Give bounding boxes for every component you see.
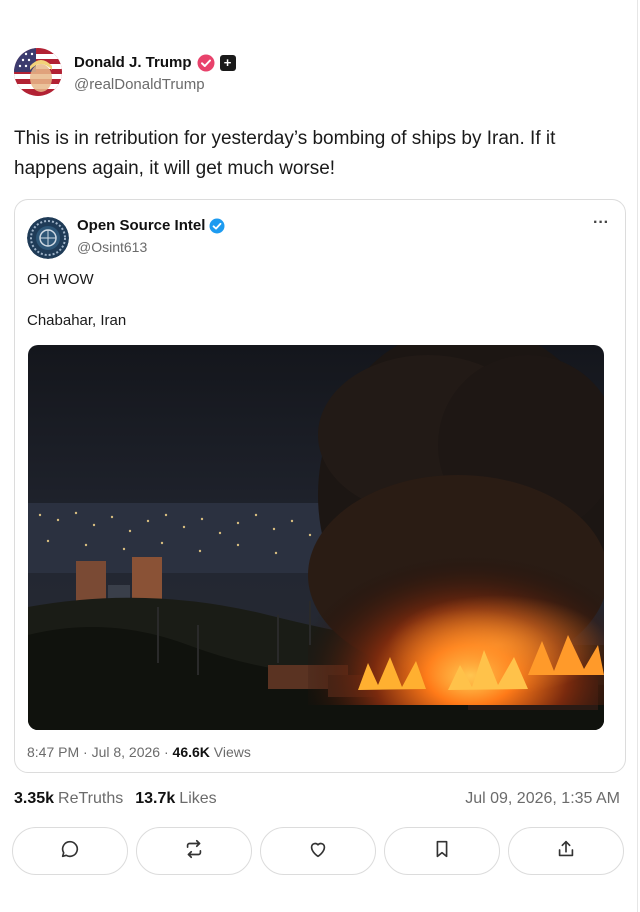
divider bbox=[637, 0, 638, 912]
verified-badge-icon bbox=[197, 54, 215, 72]
post-text: This is in retribution for yesterday’s b… bbox=[14, 128, 556, 179]
plus-badge-icon: + bbox=[219, 54, 236, 71]
quoted-author-display-name[interactable]: Open Source Intel bbox=[77, 217, 205, 234]
retruths-stat[interactable]: 3.35k ReTruths bbox=[14, 790, 123, 808]
avatar[interactable] bbox=[14, 48, 62, 96]
retruths-count: 3.35k bbox=[14, 790, 55, 807]
quoted-text-line: Chabahar, Iran bbox=[27, 312, 127, 329]
likes-stat[interactable]: 13.7k Likes bbox=[135, 790, 216, 808]
share-button[interactable] bbox=[508, 827, 624, 875]
share-icon bbox=[555, 838, 577, 865]
quoted-post[interactable]: Open Source Intel @Osint613 ··· OH WOW C… bbox=[14, 199, 626, 773]
reply-button[interactable] bbox=[12, 827, 128, 875]
truth-post-page: Donald J. Trump + @realDonaldTrump This … bbox=[0, 0, 640, 912]
likes-count: 13.7k bbox=[135, 790, 176, 807]
bookmark-button[interactable] bbox=[384, 827, 500, 875]
post-actions bbox=[12, 827, 624, 875]
post-timestamp: Jul 09, 2026, 1:35 AM bbox=[465, 790, 620, 807]
heart-icon bbox=[307, 838, 329, 865]
quoted-text-line: OH WOW bbox=[27, 271, 94, 288]
quoted-post-time: 8:47 PM · Jul 8, 2026 · bbox=[27, 744, 173, 760]
author-display-name[interactable]: Donald J. Trump bbox=[74, 54, 192, 71]
bookmark-icon bbox=[431, 838, 453, 865]
quoted-media-image[interactable] bbox=[28, 345, 604, 730]
comment-icon bbox=[59, 838, 81, 865]
retruth-icon bbox=[183, 838, 205, 865]
quoted-author-handle[interactable]: @Osint613 bbox=[77, 239, 147, 255]
post-stats: 3.35k ReTruths 13.7k Likes bbox=[14, 790, 217, 808]
more-options-icon[interactable]: ··· bbox=[593, 214, 609, 232]
quoted-avatar[interactable] bbox=[27, 217, 69, 259]
verified-badge-icon bbox=[209, 218, 225, 234]
retruths-label: ReTruths bbox=[58, 790, 124, 807]
quoted-post-meta: 8:47 PM · Jul 8, 2026 · 46.6K Views bbox=[27, 744, 251, 760]
quoted-post-views-label: Views bbox=[209, 744, 251, 760]
post-author[interactable]: Donald J. Trump + @realDonaldTrump bbox=[14, 48, 236, 96]
likes-label: Likes bbox=[179, 790, 217, 807]
author-handle[interactable]: @realDonaldTrump bbox=[74, 76, 236, 93]
quoted-post-views-count: 46.6K bbox=[172, 744, 210, 760]
like-button[interactable] bbox=[260, 827, 376, 875]
retruth-button[interactable] bbox=[136, 827, 252, 875]
